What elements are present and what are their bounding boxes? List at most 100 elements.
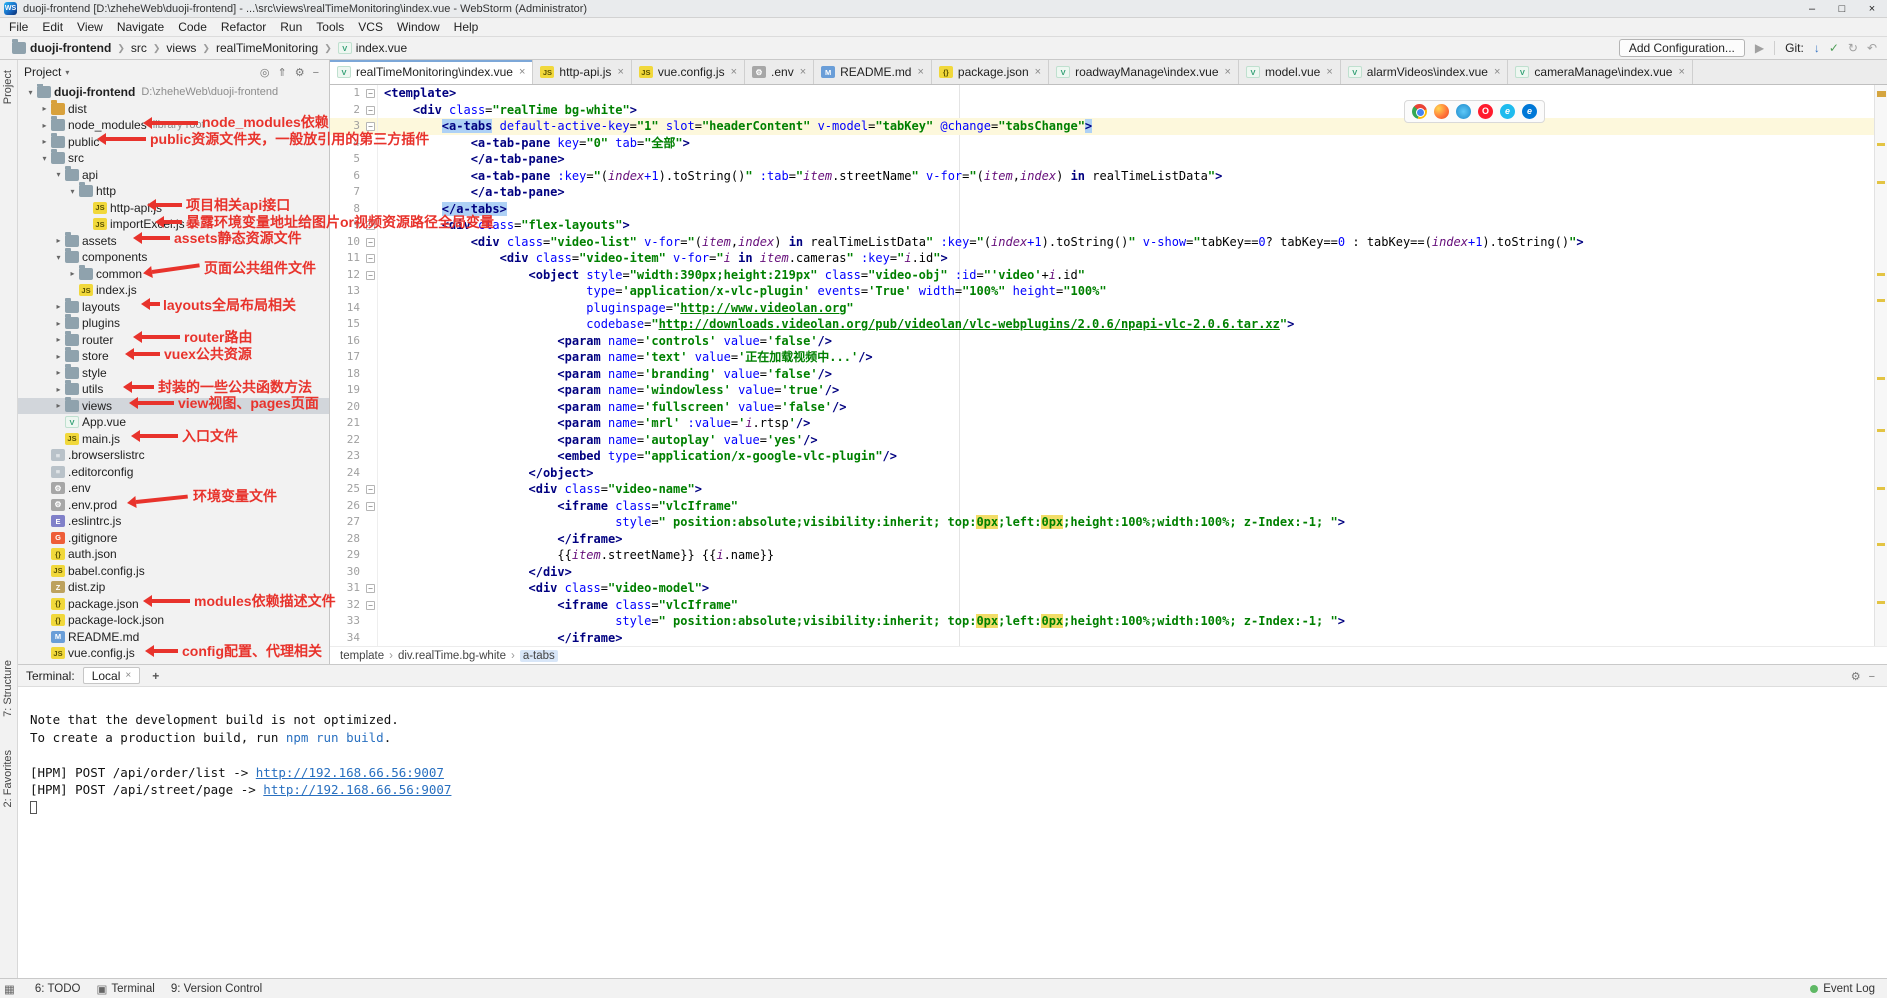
editor-tab-alarmVideosindex.vue[interactable]: alarmVideos\index.vue× [1341,60,1509,84]
tree-item-public[interactable]: ▸public [18,134,329,151]
fold-marker[interactable]: − [364,85,378,102]
tree-item-http-api.js[interactable]: http-api.js [18,200,329,217]
breadcrumb-item-src[interactable]: src [129,41,149,55]
editor-tab-roadwayManageindex.vue[interactable]: roadwayManage\index.vue× [1049,60,1239,84]
tree-item-dist[interactable]: ▸dist [18,101,329,118]
settings-icon[interactable]: ⚙ [1847,671,1865,683]
tree-item-views[interactable]: ▸views [18,398,329,415]
tree-item-importExcel.js[interactable]: importExcel.js [18,216,329,233]
fold-marker[interactable]: − [364,102,378,119]
expand-arrow-icon[interactable]: ▾ [52,253,65,262]
tree-item-auth.json[interactable]: auth.json [18,546,329,563]
tree-item-main.js[interactable]: main.js [18,431,329,448]
tree-item-duoji-frontend[interactable]: ▾duoji-frontendD:\zheheWeb\duoji-fronten… [18,84,329,101]
close-icon[interactable]: × [731,66,737,78]
close-icon[interactable]: × [1225,66,1231,78]
breadcrumb-item-realTimeMonitoring[interactable]: realTimeMonitoring [214,41,320,55]
tree-item-.env.prod[interactable]: .env.prod [18,497,329,514]
expand-arrow-icon[interactable]: ▸ [52,236,65,245]
tool-button-structure[interactable]: 7: Structure [2,660,14,717]
fold-marker[interactable]: − [364,250,378,267]
menu-tools[interactable]: Tools [309,20,351,34]
breadcrumb-item-duoji-frontend[interactable]: duoji-frontend [10,41,113,55]
terminal-link[interactable]: http://192.168.66.56:9007 [256,765,444,780]
fold-marker[interactable]: − [364,481,378,498]
opera-browser-icon[interactable]: O [1478,104,1493,119]
tree-item-babel.config.js[interactable]: babel.config.js [18,563,329,580]
expand-arrow-icon[interactable]: ▾ [38,154,51,163]
editor-tab-realTimeMonitoringindex.vue[interactable]: realTimeMonitoring\index.vue× [330,60,533,84]
menu-file[interactable]: File [2,20,35,34]
minimize-icon[interactable]: − [1865,671,1879,683]
close-icon[interactable]: × [1678,66,1684,78]
event-log-item[interactable]: Event Log [1810,983,1875,995]
expand-arrow-icon[interactable]: ▸ [52,319,65,328]
expand-arrow-icon[interactable]: ▸ [52,335,65,344]
fold-marker[interactable]: − [364,597,378,614]
git-commit-icon[interactable]: ✓ [1829,41,1839,55]
terminal-link[interactable]: http://192.168.66.56:9007 [263,782,451,797]
expand-arrow-icon[interactable]: ▸ [52,368,65,377]
close-icon[interactable]: × [125,670,131,681]
tree-item-App.vue[interactable]: App.vue [18,414,329,431]
expand-arrow-icon[interactable]: ▸ [52,352,65,361]
tree-item-package-lock.json[interactable]: package-lock.json [18,612,329,629]
chrome-browser-icon[interactable] [1412,104,1427,119]
close-icon[interactable]: × [917,66,923,78]
close-icon[interactable]: × [617,66,623,78]
tree-item-.env[interactable]: .env [18,480,329,497]
editor-breadcrumb-template[interactable]: template [340,650,384,662]
fold-marker[interactable]: − [364,217,378,234]
close-icon[interactable]: × [1326,66,1332,78]
editor-tab-http-api.js[interactable]: http-api.js× [533,60,631,84]
tree-item-src[interactable]: ▾src [18,150,329,167]
tree-item-api[interactable]: ▾api [18,167,329,184]
tree-item-style[interactable]: ▸style [18,365,329,382]
fold-marker[interactable]: − [364,234,378,251]
editor-tab-model.vue[interactable]: model.vue× [1239,60,1341,84]
history-icon[interactable]: ↻ [1848,41,1858,55]
window-close-button[interactable]: × [1857,0,1887,17]
new-terminal-button[interactable]: + [148,669,163,683]
tree-item-common[interactable]: ▸common [18,266,329,283]
fold-marker[interactable]: − [364,267,378,284]
fold-marker[interactable]: − [364,498,378,515]
tree-item-.eslintrc.js[interactable]: .eslintrc.js [18,513,329,530]
rollback-icon[interactable]: ↶ [1867,41,1877,55]
tree-item-dist.zip[interactable]: dist.zip [18,579,329,596]
close-icon[interactable]: × [800,66,806,78]
run-icon[interactable]: ▶ [1755,41,1764,55]
expand-arrow-icon[interactable]: ▸ [52,401,65,410]
breadcrumb-item-views[interactable]: views [164,41,198,55]
menu-vcs[interactable]: VCS [351,20,390,34]
expand-arrow-icon[interactable]: ▸ [52,302,65,311]
expand-arrow-icon[interactable]: ▾ [24,88,37,97]
expand-arrow-icon[interactable]: ▾ [66,187,79,196]
tree-item-utils[interactable]: ▸utils [18,381,329,398]
tool-button-favorites[interactable]: 2: Favorites [2,750,14,807]
tree-item-README.md[interactable]: README.md [18,629,329,646]
status-terminal[interactable]: ▣Terminal [96,982,154,996]
toolwindow-switcher-icon[interactable]: ▦ [4,982,19,996]
edge-browser-icon[interactable]: e [1522,104,1537,119]
ie-browser-icon[interactable]: e [1500,104,1515,119]
collapse-all-icon[interactable]: ⇑ [273,67,290,79]
tree-item-vue.config.js[interactable]: vue.config.js [18,645,329,662]
status-version-control[interactable]: 9: Version Control [171,982,262,996]
tree-item-.gitignore[interactable]: .gitignore [18,530,329,547]
tree-item-package.json[interactable]: package.json [18,596,329,613]
menu-help[interactable]: Help [447,20,486,34]
tree-item-.browserslistrc[interactable]: .browserslistrc [18,447,329,464]
git-update-icon[interactable]: ↓ [1814,41,1820,55]
code-editor[interactable]: 1−<template>2− <div class="realTime bg-w… [330,85,1887,646]
menu-navigate[interactable]: Navigate [110,20,171,34]
breadcrumb-item-index.vue[interactable]: index.vue [336,41,409,55]
tree-item-layouts[interactable]: ▸layouts [18,299,329,316]
editor-tab-README.md[interactable]: README.md× [814,60,932,84]
settings-icon[interactable]: ⚙ [291,67,309,79]
editor-breadcrumb-div.realTime.bg-white[interactable]: div.realTime.bg-white [398,650,506,662]
fold-marker[interactable]: − [364,580,378,597]
close-icon[interactable]: × [519,66,525,78]
expand-arrow-icon[interactable]: ▸ [38,137,51,146]
firefox-browser-icon[interactable] [1434,104,1449,119]
